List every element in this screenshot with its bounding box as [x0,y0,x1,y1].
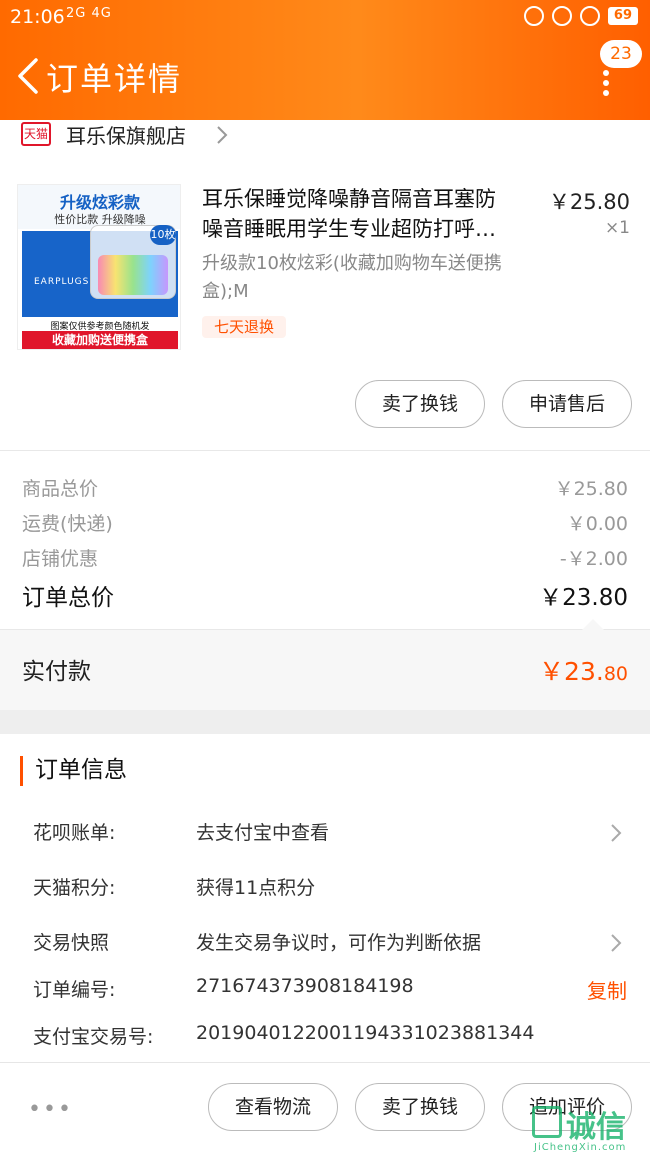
message-count-badge[interactable]: 23 [600,40,642,68]
paid-value-main: ￥23. [539,657,604,686]
alarm-icon [551,6,572,26]
section-gap [0,710,650,734]
product-title-line2: 噪音睡眠用学生专业超防打呼… [202,217,496,241]
paid-label: 实付款 [22,659,91,685]
trade-snapshot-row[interactable]: 交易快照 发生交易争议时，可作为判断依据 [33,928,633,958]
alipay-trade-number-value: 2019040122001194331023881344 [196,1022,535,1044]
battery-icon: 69 [607,7,638,25]
shipping-label: 运费(快递) [22,513,113,535]
tmall-points-row: 天猫积分: 获得11点积分 [33,873,633,903]
status-bar: 21:06 2G 4G 69 [0,0,650,36]
store-discount-value: -￥2.00 [559,548,628,570]
back-arrow-icon[interactable] [14,56,44,96]
divider [0,450,650,451]
paid-arrow [582,619,604,630]
store-discount-label: 店铺优惠 [22,548,99,570]
watermark: 诚信 JiChengXin.com [532,1098,648,1153]
watermark-site: JiChengXin.com [534,1142,627,1153]
store-discount-row: 店铺优惠 -￥2.00 [22,544,628,570]
info-key: 花呗账单: [33,822,116,844]
product-quantity: ×1 [604,218,630,238]
apply-aftersale-button[interactable]: 申请售后 [502,380,632,428]
product-title[interactable]: 耳乐保睡觉降噪静音隔音耳塞防 噪音睡眠用学生专业超防打呼… [202,184,537,244]
order-total-label: 订单总价 [22,585,114,611]
headphone-icon [579,6,600,26]
image-headline: 升级炫彩款 [59,193,140,212]
lock-icon [523,6,544,26]
chevron-right-icon [217,126,228,144]
order-number-row: 订单编号: 271674373908184198 复制 [33,975,633,1005]
more-menu-icon[interactable] [603,70,611,96]
shipping-value: ￥0.00 [566,513,628,535]
image-count-badge: 10枚 [150,225,176,245]
page-title: 订单详情 [46,60,183,98]
image-brand: EARPLUGS [34,277,90,287]
alipay-trade-number-row: 支付宝交易号: 2019040122001194331023881344 [33,1022,633,1052]
product-title-line1: 耳乐保睡觉降噪静音隔音耳塞防 [202,187,496,211]
order-info-title: 订单信息 [20,756,127,786]
order-total-value: ￥23.80 [539,585,628,611]
info-value: 去支付宝中查看 [196,822,330,844]
info-value: 发生交易争议时，可作为判断依据 [196,932,482,954]
signal-icons: 2G 4G [66,6,112,21]
sell-for-cash-button-bottom[interactable]: 卖了换钱 [355,1083,485,1131]
chevron-right-icon [611,934,622,952]
view-logistics-button[interactable]: 查看物流 [208,1083,338,1131]
more-actions-icon[interactable]: ••• [28,1099,73,1121]
tmall-icon: 天猫 [21,122,51,146]
order-total-row: 订单总价 ￥23.80 [22,578,628,611]
info-key: 天猫积分: [33,877,116,899]
watermark-text: 诚信 [566,1110,626,1145]
info-key: 订单编号: [33,979,116,1001]
header-bar: 21:06 2G 4G 69 订单详情 23 [0,0,650,120]
image-earplugs [98,255,168,295]
order-number-value: 271674373908184198 [196,975,414,997]
goods-total-label: 商品总价 [22,478,99,500]
status-time: 21:06 [10,6,65,28]
product-price: ￥25.80 [548,190,630,214]
chevron-right-icon [611,824,622,842]
status-right-icons: 69 [523,6,638,26]
store-name[interactable]: 耳乐保旗舰店 [66,120,186,149]
paid-value-cents: 80 [603,663,628,685]
image-banner: 收藏加购送便携盒 [22,331,178,349]
goods-total-row: 商品总价 ￥25.80 [22,474,628,500]
goods-total-value: ￥25.80 [554,478,628,500]
info-key: 交易快照 [33,932,110,954]
huabei-bill-row[interactable]: 花呗账单: 去支付宝中查看 [33,818,633,848]
info-key: 支付宝交易号: [33,1026,154,1048]
return-policy-tag: 七天退换 [202,316,286,338]
product-sku: 升级款10枚炫彩(收藏加购物车送便携盒);M [202,253,502,302]
product-image[interactable]: 升级炫彩款 性价比款 升级降噪 10枚 EARPLUGS 图案仅供参考颜色随机发… [17,184,181,350]
sell-for-cash-button[interactable]: 卖了换钱 [355,380,485,428]
copy-button[interactable]: 复制 [587,975,627,1004]
paid-value: ￥23.80 [539,652,628,688]
watermark-logo-icon [532,1106,562,1138]
info-value: 获得11点积分 [196,877,316,899]
shipping-row: 运费(快递) ￥0.00 [22,509,628,535]
store-row[interactable]: 天猫 耳乐保旗舰店 [0,118,650,154]
paid-amount-row: 实付款 ￥23.80 [0,630,650,710]
